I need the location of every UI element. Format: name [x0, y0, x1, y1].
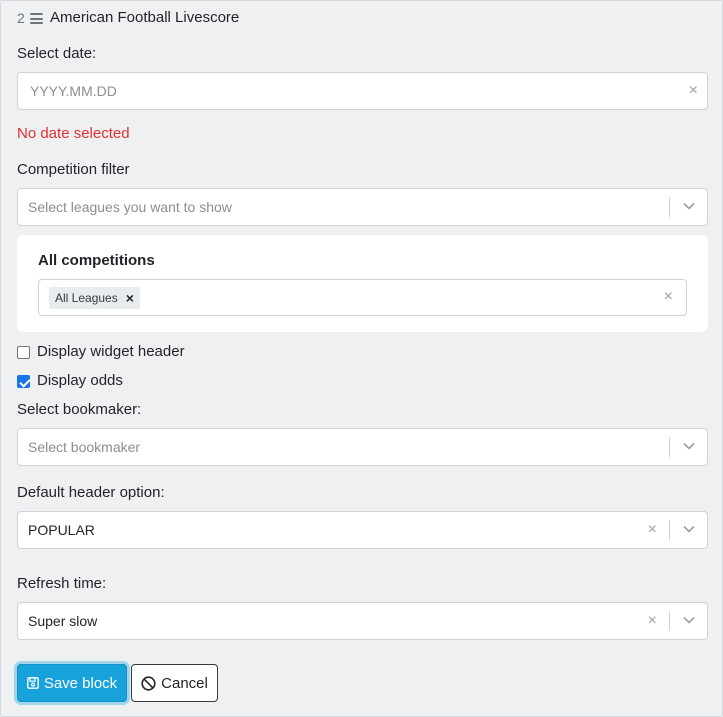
date-placeholder: YYYY.MM.DD [30, 83, 117, 99]
select-separator [669, 437, 670, 457]
refresh-label: Refresh time: [17, 575, 107, 592]
select-separator [669, 520, 670, 540]
competition-select[interactable]: Select leagues you want to show [17, 188, 708, 226]
display-odds-label: Display odds [37, 372, 123, 389]
cancel-button[interactable]: Cancel [131, 664, 218, 702]
date-error-message: No date selected [17, 125, 130, 142]
date-input[interactable]: YYYY.MM.DD × [17, 72, 708, 110]
select-separator [669, 197, 670, 217]
floppy-disk-icon [26, 677, 39, 689]
league-tag-label: All Leagues [55, 291, 118, 305]
ban-icon [141, 675, 156, 691]
default-header-clear-icon[interactable]: × [648, 522, 657, 538]
tag-remove-icon[interactable]: × [126, 287, 134, 309]
block-editor-panel: 2 American Football Livescore Select dat… [0, 0, 723, 717]
default-header-select[interactable]: POPULAR × [17, 511, 708, 549]
bookmaker-placeholder: Select bookmaker [28, 439, 141, 455]
drag-handle-icon[interactable] [30, 13, 43, 24]
chevron-down-icon[interactable] [683, 525, 695, 533]
leagues-tag-input[interactable]: All Leagues × × [38, 279, 687, 316]
league-tag: All Leagues × [49, 287, 140, 309]
block-title: American Football Livescore [50, 9, 240, 26]
bookmaker-label: Select bookmaker: [17, 401, 142, 418]
refresh-clear-icon[interactable]: × [648, 613, 657, 629]
display-header-checkbox[interactable] [17, 346, 30, 359]
refresh-value: Super slow [28, 613, 98, 629]
competition-placeholder: Select leagues you want to show [28, 199, 232, 215]
default-header-value: POPULAR [28, 522, 95, 538]
date-label: Select date: [17, 45, 97, 62]
select-separator [669, 611, 670, 631]
refresh-select[interactable]: Super slow × [17, 602, 708, 640]
display-header-label: Display widget header [37, 343, 185, 360]
competitions-card-title: All competitions [38, 252, 155, 269]
bookmaker-select[interactable]: Select bookmaker [17, 428, 708, 466]
save-block-label: Save block [43, 674, 118, 692]
display-odds-checkbox[interactable] [17, 375, 30, 388]
default-header-label: Default header option: [17, 484, 165, 501]
chevron-down-icon[interactable] [683, 616, 695, 624]
block-number: 2 [17, 10, 25, 26]
competition-label: Competition filter [17, 161, 130, 178]
chevron-down-icon[interactable] [683, 442, 695, 450]
cancel-label: Cancel [161, 674, 208, 692]
save-block-button[interactable]: Save block [17, 664, 127, 702]
tags-clear-icon[interactable]: × [664, 289, 673, 305]
competitions-card: All competitions All Leagues × × [17, 235, 708, 332]
chevron-down-icon[interactable] [683, 202, 695, 210]
date-clear-icon[interactable]: × [689, 83, 698, 99]
